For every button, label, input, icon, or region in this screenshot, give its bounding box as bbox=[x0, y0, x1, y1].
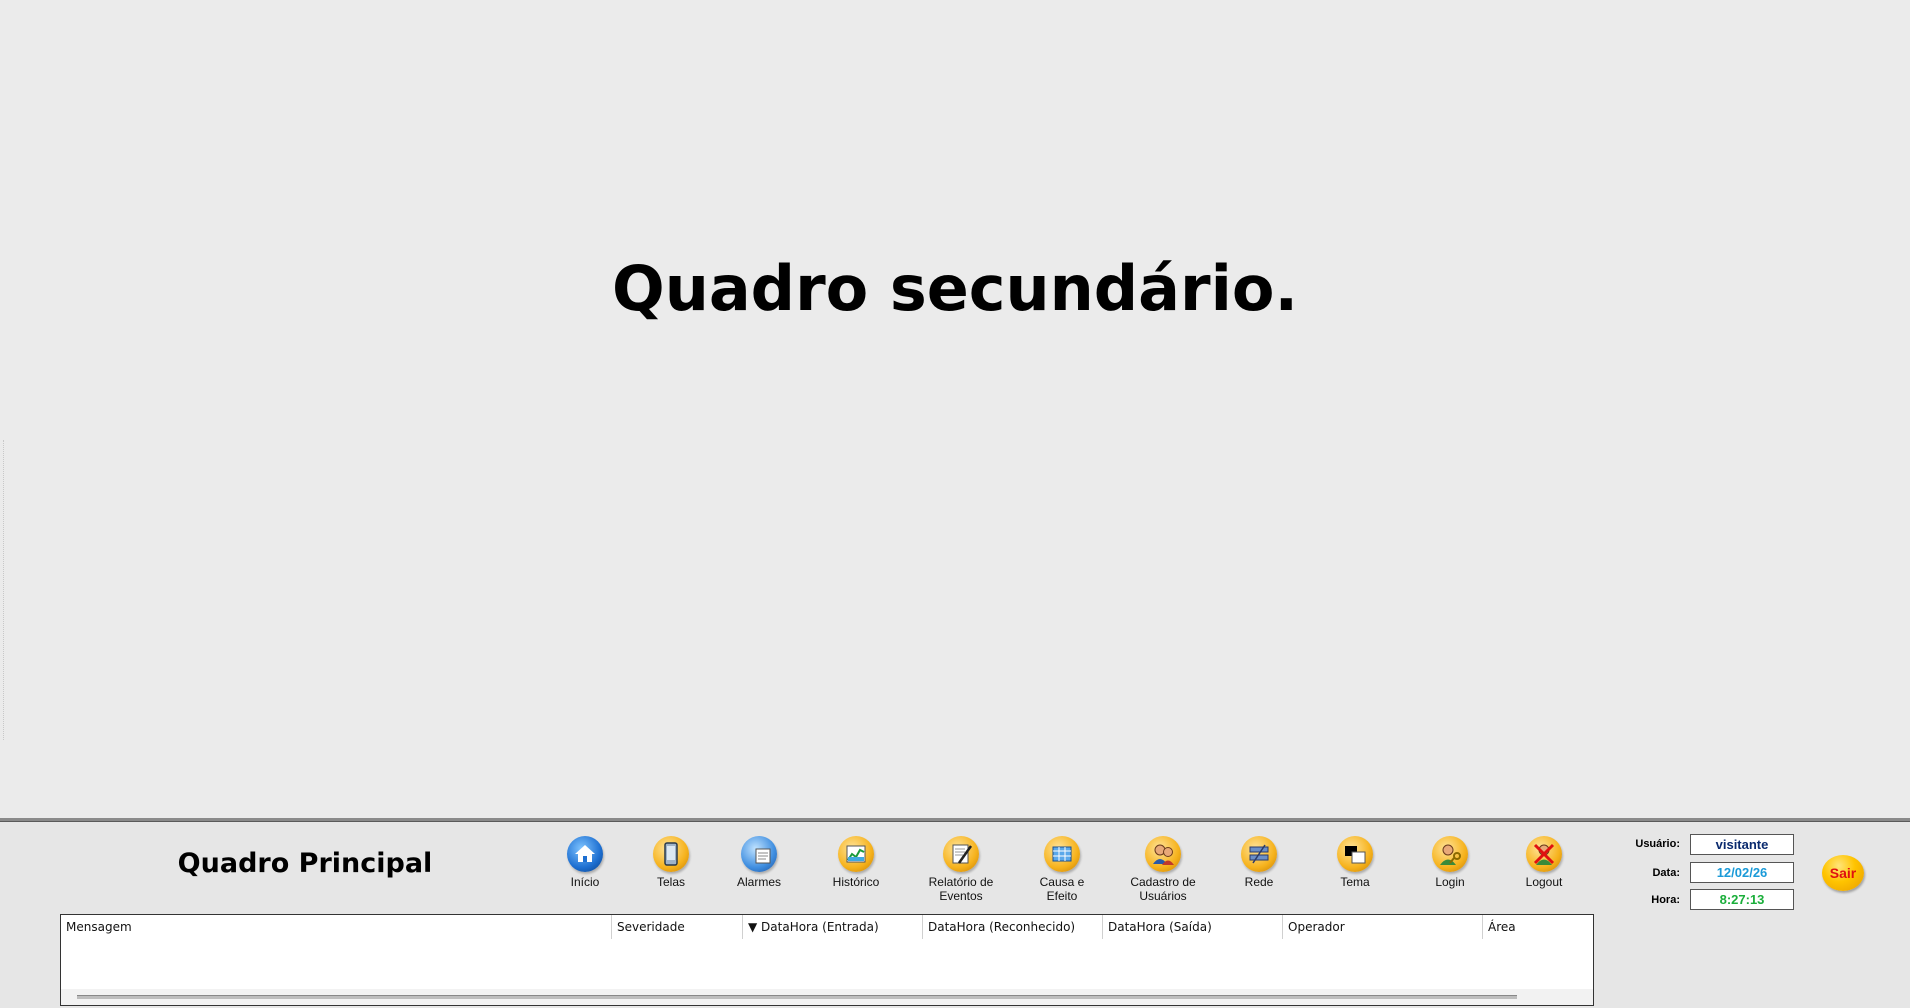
nav-label: Rede bbox=[1244, 875, 1274, 889]
nav-button-relatorio-eventos[interactable]: Relatório de Eventos bbox=[911, 836, 1011, 910]
theme-icon bbox=[1337, 836, 1373, 872]
nav-label: Login bbox=[1435, 875, 1465, 889]
nav-label: Relatório de Eventos bbox=[928, 875, 994, 903]
users-icon bbox=[1145, 836, 1181, 872]
exit-button[interactable]: Sair bbox=[1822, 855, 1864, 891]
horizontal-scrollbar[interactable] bbox=[61, 989, 1593, 1005]
nav-button-login[interactable]: Login bbox=[1400, 836, 1500, 910]
column-header-datahora-entrada[interactable]: ▼ DataHora (Entrada) bbox=[743, 915, 923, 939]
nav-label: Histórico bbox=[832, 875, 880, 889]
column-header-severidade[interactable]: Severidade bbox=[612, 915, 743, 939]
hmi-window: Quadro secundário. Quadro Principal Iníc… bbox=[0, 0, 1910, 1008]
secondary-frame-title: Quadro secundário. bbox=[612, 252, 1298, 325]
user-value: visitante bbox=[1690, 834, 1794, 855]
frame-edge-marker bbox=[3, 440, 6, 740]
nav-button-alarmes[interactable]: Alarmes bbox=[709, 836, 809, 910]
column-header-datahora-saida[interactable]: DataHora (Saída) bbox=[1103, 915, 1283, 939]
nav-label: Logout bbox=[1525, 875, 1563, 889]
column-header-operador[interactable]: Operador bbox=[1283, 915, 1483, 939]
date-value: 12/02/26 bbox=[1690, 862, 1794, 883]
event-report-icon bbox=[943, 836, 979, 872]
nav-label: Telas bbox=[656, 875, 685, 889]
nav-button-cadastro-usuarios[interactable]: Cadastro de Usuários bbox=[1113, 836, 1213, 910]
nav-label: Alarmes bbox=[736, 875, 781, 889]
cause-effect-icon bbox=[1044, 836, 1080, 872]
main-frame: Quadro Principal Início Telas Alarmes Hi bbox=[0, 822, 1910, 1008]
alarm-table[interactable]: Mensagem Severidade ▼ DataHora (Entrada)… bbox=[60, 914, 1594, 1006]
user-label: Usuário: bbox=[1635, 838, 1680, 850]
nav-button-logout[interactable]: Logout bbox=[1494, 836, 1594, 910]
screens-icon bbox=[653, 836, 689, 872]
alarm-table-header: Mensagem Severidade ▼ DataHora (Entrada)… bbox=[61, 915, 1593, 939]
nav-label: Cadastro de Usuários bbox=[1130, 875, 1196, 903]
nav-label: Causa e Efeito bbox=[1039, 875, 1085, 903]
column-header-area[interactable]: Área bbox=[1483, 915, 1593, 939]
scrollbar-track[interactable] bbox=[77, 995, 1517, 999]
network-icon bbox=[1241, 836, 1277, 872]
nav-button-tema[interactable]: Tema bbox=[1305, 836, 1405, 910]
nav-label: Início bbox=[570, 875, 600, 889]
nav-button-telas[interactable]: Telas bbox=[621, 836, 721, 910]
alarm-table-body bbox=[61, 939, 1593, 987]
login-icon bbox=[1432, 836, 1468, 872]
nav-label: Tema bbox=[1340, 875, 1370, 889]
column-header-datahora-reconhecido[interactable]: DataHora (Reconhecido) bbox=[923, 915, 1103, 939]
logout-icon bbox=[1526, 836, 1562, 872]
time-label: Hora: bbox=[1651, 894, 1680, 906]
nav-button-inicio[interactable]: Início bbox=[535, 836, 635, 910]
alarms-icon bbox=[741, 836, 777, 872]
nav-button-causa-efeito[interactable]: Causa e Efeito bbox=[1012, 836, 1112, 910]
history-icon bbox=[838, 836, 874, 872]
home-icon bbox=[567, 836, 603, 872]
main-frame-title: Quadro Principal bbox=[177, 848, 433, 879]
secondary-frame: Quadro secundário. bbox=[0, 0, 1910, 818]
column-header-mensagem[interactable]: Mensagem bbox=[61, 915, 612, 939]
time-value: 8:27:13 bbox=[1690, 889, 1794, 910]
date-label: Data: bbox=[1652, 867, 1680, 879]
nav-button-rede[interactable]: Rede bbox=[1209, 836, 1309, 910]
nav-button-historico[interactable]: Histórico bbox=[806, 836, 906, 910]
